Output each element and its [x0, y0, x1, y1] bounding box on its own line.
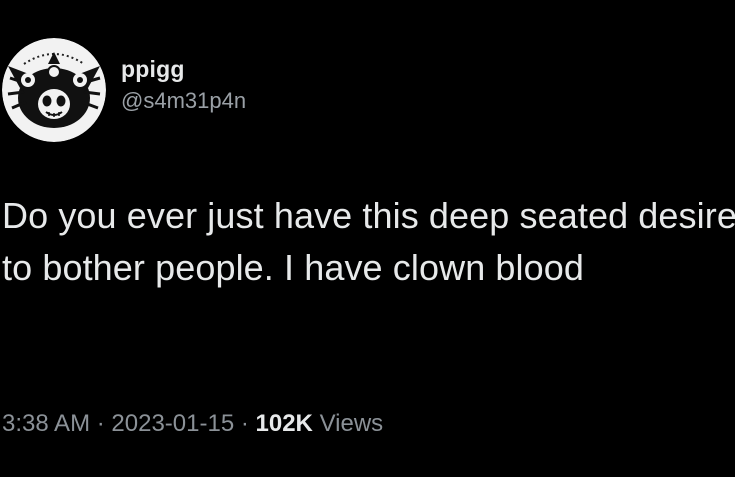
tweet-meta: 3:38 AM · 2023-01-15 · 102K Views [2, 409, 383, 439]
tweet-time[interactable]: 3:38 AM [2, 410, 90, 437]
tweet-text: Do you ever just have this deep seated d… [2, 195, 735, 288]
meta-separator: · [240, 410, 249, 437]
meta-separator: · [96, 410, 105, 437]
author-handle[interactable]: @s4m31p4n [121, 89, 246, 113]
views-label: Views [319, 410, 384, 437]
views-count[interactable]: 102K [256, 410, 313, 437]
tweet-date[interactable]: 2023-01-15 [111, 410, 234, 437]
author-info[interactable]: ppigg @s4m31p4n [121, 56, 246, 113]
pig-avatar-icon[interactable] [2, 38, 106, 142]
tweet-card: ppigg @s4m31p4n Do you ever just have th… [0, 0, 735, 477]
author-display-name[interactable]: ppigg [121, 56, 246, 82]
